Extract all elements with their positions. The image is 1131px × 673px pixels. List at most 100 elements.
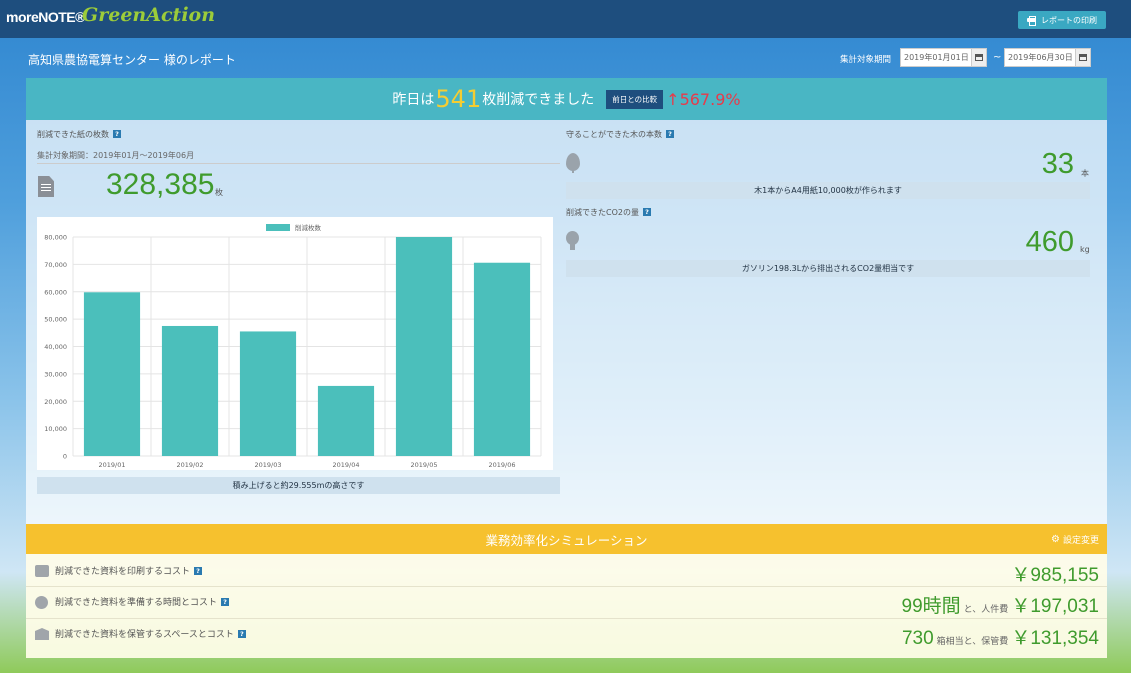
co2-note: ガソリン198.3Lから排出されるCO2量相当です [566, 260, 1090, 277]
document-icon [38, 176, 54, 197]
sim-row-label-text: 削減できた資料を保管するスペースとコスト [55, 630, 234, 640]
trees-note: 木1本からA4用紙10,000枚が作られます [566, 182, 1090, 199]
paper-label-text: 削減できた紙の枚数 [37, 130, 109, 139]
banner-prefix: 昨日は [392, 92, 435, 108]
sim-row-label: 削減できた資料を保管するスペースとコスト? [55, 627, 246, 640]
storage-cost-amount: ￥131,354 [1011, 628, 1099, 649]
calendar-icon[interactable] [1075, 49, 1090, 66]
clock-icon [35, 596, 48, 609]
settings-button[interactable]: ⚙ 設定変更 [1051, 533, 1099, 546]
morenote-logo: moreNOTE® [6, 9, 85, 25]
printer-icon [1027, 16, 1036, 26]
prep-hours: 99時間 [901, 596, 961, 617]
simulation-header: 業務効率化シミュレーション ⚙ 設定変更 [26, 524, 1107, 554]
trees-unit: 本 [1081, 169, 1089, 178]
storage-value: 730 箱相当と、保管費 ￥131,354 [902, 623, 1099, 650]
paper-section-label: 削減できた紙の枚数? [37, 129, 121, 140]
paper-unit: 枚 [215, 188, 223, 197]
help-icon[interactable]: ? [642, 208, 651, 216]
up-arrow-icon: ↑ [666, 89, 680, 109]
bar [473, 262, 531, 456]
settings-label: 設定変更 [1062, 536, 1099, 546]
bar [161, 325, 219, 456]
y-tick-label: 30,000 [44, 370, 67, 378]
calendar-icon[interactable] [971, 49, 986, 66]
help-icon[interactable]: ? [221, 598, 230, 606]
banner-suffix: 枚削減できました [482, 92, 595, 108]
chart-svg: 0 10,000 20,000 30,000 40,000 50,000 60,000 70,… [44, 223, 542, 469]
period-label: 集計対象期間 [840, 55, 892, 65]
y-tick-label: 20,000 [44, 398, 67, 406]
paper-count: 328,385 [106, 168, 215, 201]
x-tick-label: 2019/04 [332, 461, 359, 469]
print-cost-amount: ￥985,155 [1011, 565, 1099, 586]
x-tick-label: 2019/03 [254, 461, 281, 469]
y-tick-label: 50,000 [44, 316, 67, 324]
gear-icon: ⚙ [1051, 534, 1060, 545]
legend-label: 削減枚数 [295, 223, 322, 232]
y-tick-label: 10,000 [44, 425, 67, 433]
storage-boxes: 730 [901, 628, 934, 649]
sim-row-label-text: 削減できた資料を準備する時間とコスト [55, 598, 218, 608]
bar [83, 292, 141, 456]
y-tick-label: 70,000 [44, 261, 67, 269]
trees-count: 33 [1041, 148, 1074, 180]
x-tick-label: 2019/02 [176, 461, 203, 469]
co2-unit: kg [1080, 245, 1090, 254]
monthly-bar-chart: 0 10,000 20,000 30,000 40,000 50,000 60,000 70,… [37, 217, 553, 470]
y-tick-label: 0 [63, 453, 67, 461]
help-icon[interactable]: ? [113, 130, 121, 138]
compare-value: 567.9% [679, 89, 741, 109]
lightbulb-icon [566, 231, 579, 250]
prep-time-value: 99時間 と、人件費 ￥197,031 [902, 591, 1099, 618]
stack-height-note: 積み上げると約29.555mの高さです [37, 477, 560, 494]
date-from-value: 2019年01月01日 [904, 53, 969, 62]
top-bar: moreNOTE® GreenAction レポートの印刷 [0, 0, 1131, 38]
co2-section-label: 削減できたCO2の量? [566, 207, 651, 218]
labor-cost-amount: ￥197,031 [1011, 596, 1099, 617]
yesterday-banner: 昨日は 541 枚削減できました 前日との比較 ↑ 567.9% [26, 78, 1107, 120]
compare-badge: 前日との比較 [606, 89, 664, 109]
storage-mid-text: 箱相当と、保管費 [936, 637, 1009, 647]
x-tick-label: 2019/01 [98, 461, 125, 469]
x-tick-label: 2019/06 [488, 461, 515, 469]
greenaction-logo: GreenAction [82, 4, 216, 26]
sim-row-label: 削減できた資料を準備する時間とコスト? [55, 595, 230, 608]
x-tick-label: 2019/05 [410, 461, 437, 469]
co2-label-text: 削減できたCO2の量 [566, 208, 639, 217]
trees-section-label: 守ることができた木の本数? [566, 129, 674, 140]
bar [239, 331, 297, 456]
sim-row-prep-time: 削減できた資料を準備する時間とコスト? 99時間 と、人件費 ￥197,031 [26, 587, 1107, 619]
divider [37, 163, 560, 164]
print-cost-value: ￥985,155 [1011, 560, 1099, 587]
print-report-button[interactable]: レポートの印刷 [1018, 11, 1106, 29]
help-icon[interactable]: ? [666, 130, 674, 138]
trees-label-text: 守ることができた木の本数 [566, 130, 662, 139]
banner-number: 541 [435, 85, 482, 113]
sim-row-label-text: 削減できた資料を印刷するコスト [55, 567, 191, 577]
help-icon[interactable]: ? [237, 630, 246, 638]
date-range-separator: ~ [993, 52, 1002, 63]
y-tick-label: 60,000 [44, 288, 67, 296]
legend-swatch [266, 224, 290, 231]
box-icon [35, 628, 49, 640]
simulation-title: 業務効率化シミュレーション [485, 532, 648, 548]
help-icon[interactable]: ? [194, 567, 203, 575]
printer-icon [35, 565, 49, 577]
co2-amount: 460 [1025, 226, 1074, 258]
subperiod-text: 集計対象期間：2019年01月～2019年06月 [37, 151, 195, 160]
date-to-value: 2019年06月30日 [1008, 53, 1073, 62]
leaf-icon [566, 153, 580, 173]
date-to-field[interactable]: 2019年06月30日 [1004, 48, 1091, 67]
sim-row-storage: 削減できた資料を保管するスペースとコスト? 730 箱相当と、保管費 ￥131,… [26, 619, 1107, 651]
y-tick-label: 80,000 [44, 234, 67, 242]
sim-row-print-cost: 削減できた資料を印刷するコスト? ￥985,155 [26, 555, 1107, 587]
y-tick-label: 40,000 [44, 343, 67, 351]
bar [317, 385, 375, 456]
prep-mid-text: と、人件費 [963, 605, 1009, 615]
sim-row-label: 削減できた資料を印刷するコスト? [55, 564, 203, 577]
date-from-field[interactable]: 2019年01月01日 [900, 48, 987, 67]
report-title: 高知県農協電算センター 様のレポート [28, 53, 236, 67]
print-report-label: レポートの印刷 [1041, 15, 1097, 25]
bar [395, 237, 453, 456]
